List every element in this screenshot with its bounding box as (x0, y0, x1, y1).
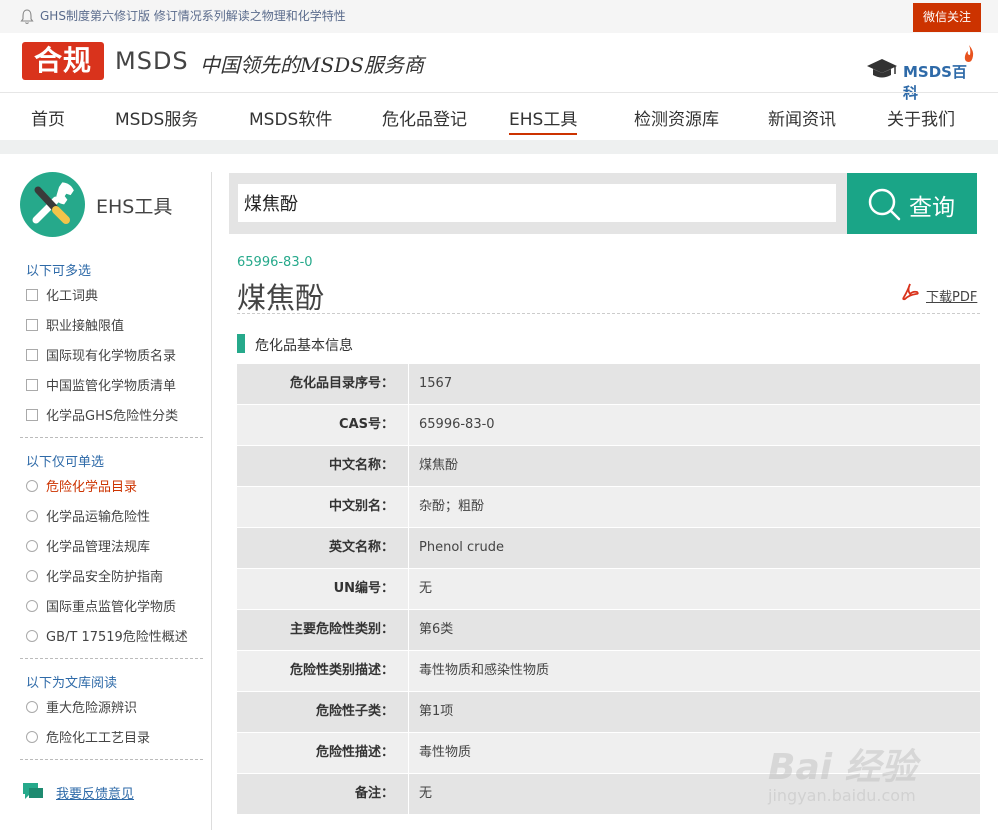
tools-icon (20, 172, 85, 237)
checkbox[interactable] (26, 289, 38, 301)
row-key: 主要危险性类别： (289, 622, 394, 637)
row-key: 备注： (354, 786, 394, 801)
checkbox-exposure-limits[interactable]: 职业接触限值 (26, 315, 124, 334)
row-value: 1567 (419, 376, 453, 391)
nav-news[interactable]: 新闻资讯 (768, 105, 836, 130)
section-marker (237, 334, 245, 353)
search-button[interactable]: 查询 (847, 173, 977, 234)
radio-major-hazard-source[interactable]: 重大危险源辨识 (26, 697, 137, 716)
row-key: 危化品目录序号： (289, 376, 394, 391)
notice-link[interactable]: GHS制度第六修订版 修订情况系列解读之物理和化学特性 (40, 7, 346, 24)
nav-testing-resources[interactable]: 检测资源库 (634, 105, 719, 130)
row-key: CAS号： (339, 417, 394, 432)
pdf-icon (902, 283, 919, 301)
row-key: 中文别名： (328, 499, 394, 514)
slogan: 中国领先的MSDS服务商 (200, 53, 424, 77)
radio[interactable] (26, 600, 38, 612)
library-heading: 以下为文库阅读 (26, 676, 118, 691)
row-value: 杂酚；粗酚 (419, 499, 485, 514)
radio[interactable] (26, 480, 38, 492)
row-key: 危险性描述： (315, 745, 394, 760)
radio[interactable] (26, 510, 38, 522)
divider (20, 437, 203, 438)
radio[interactable] (26, 540, 38, 552)
search-box (229, 173, 848, 234)
checkbox[interactable] (26, 379, 38, 391)
nav-shadow (0, 140, 998, 154)
radio-hazchem-catalog[interactable]: 危险化学品目录 (26, 476, 137, 495)
radio-regulations[interactable]: 化学品管理法规库 (26, 536, 150, 555)
main-nav: 首页 MSDS服务 MSDS软件 危化品登记 EHS工具 检测资源库 新闻资讯 … (0, 92, 998, 140)
bell-icon (20, 9, 34, 25)
table-row: 主要危险性类别： 第6类 (237, 610, 980, 651)
table-row: 危化品目录序号： 1567 (237, 364, 980, 405)
radio-intl-key-substances[interactable]: 国际重点监管化学物质 (26, 596, 176, 615)
title-divider (237, 313, 980, 314)
checkbox-intl-inventory[interactable]: 国际现有化学物质名录 (26, 345, 176, 364)
multi-select-heading: 以下可多选 (26, 264, 92, 279)
radio[interactable] (26, 570, 38, 582)
radio[interactable] (26, 731, 38, 743)
section-title: 危化品基本信息 (255, 338, 353, 354)
row-value: 第6类 (419, 622, 454, 637)
row-key: 英文名称： (328, 540, 394, 555)
single-select-heading: 以下仅可单选 (26, 455, 105, 470)
nav-hazchem-registration[interactable]: 危化品登记 (382, 105, 467, 130)
row-value: 无 (419, 786, 433, 801)
watermark-logo-text: Bai 经验 (768, 747, 917, 788)
row-value: Phenol crude (419, 540, 504, 555)
table-row: 中文名称： 煤焦酚 (237, 446, 980, 487)
msds-baike-link[interactable]: MSDS百科 (866, 45, 981, 102)
table-row: CAS号： 65996-83-0 (237, 405, 980, 446)
watermark-url: jingyan.baidu.com (768, 786, 916, 805)
logo-msds-text: MSDS (115, 47, 189, 75)
row-key: 危险性子类： (315, 704, 394, 719)
baidu-jingyan-watermark: Bai 经验 jingyan.baidu.com (768, 718, 968, 818)
table-row: UN编号： 无 (237, 569, 980, 610)
table-row: 危险性类别描述： 毒性物质和感染性物质 (237, 651, 980, 692)
radio-safety-guide[interactable]: 化学品安全防护指南 (26, 566, 163, 585)
divider (20, 759, 203, 760)
chemical-title: 煤焦酚 (237, 281, 325, 315)
row-key: 中文名称： (328, 458, 394, 473)
row-key: 危险性类别描述： (289, 663, 394, 678)
checkbox-ghs-classification[interactable]: 化学品GHS危险性分类 (26, 405, 178, 424)
radio[interactable] (26, 630, 38, 642)
checkbox-chemical-dictionary[interactable]: 化工词典 (26, 285, 98, 304)
table-row: 中文别名： 杂酚；粗酚 (237, 487, 980, 528)
checkbox[interactable] (26, 319, 38, 331)
sidebar-title: EHS工具 (96, 196, 173, 218)
row-value: 无 (419, 581, 433, 596)
chat-icon (23, 783, 43, 799)
site-logo[interactable]: 合规 (22, 42, 104, 80)
checkbox[interactable] (26, 349, 38, 361)
top-notice-bar: GHS制度第六修订版 修订情况系列解读之物理和化学特性 微信关注 (0, 0, 998, 33)
search-input[interactable] (238, 184, 836, 222)
sidebar-divider (211, 172, 212, 830)
nav-home[interactable]: 首页 (31, 105, 65, 130)
row-value: 毒性物质和感染性物质 (419, 663, 550, 678)
divider (20, 658, 203, 659)
radio-gb-17519[interactable]: GB/T 17519危险性概述 (26, 626, 188, 645)
graduation-cap-icon (867, 59, 897, 78)
checkbox[interactable] (26, 409, 38, 421)
row-key: UN编号： (333, 581, 394, 596)
row-value: 毒性物质 (419, 745, 472, 760)
row-value: 65996-83-0 (419, 417, 495, 432)
nav-ehs-tools[interactable]: EHS工具 (509, 105, 578, 135)
search-icon (868, 188, 901, 221)
row-value: 煤焦酚 (419, 458, 459, 473)
search-button-label: 查询 (909, 195, 955, 221)
nav-msds-service[interactable]: MSDS服务 (115, 105, 198, 130)
table-row: 英文名称： Phenol crude (237, 528, 980, 569)
wechat-follow-button[interactable]: 微信关注 (913, 3, 981, 32)
nav-msds-software[interactable]: MSDS软件 (249, 105, 332, 130)
radio-hazardous-process[interactable]: 危险化工工艺目录 (26, 727, 150, 746)
nav-about[interactable]: 关于我们 (887, 105, 955, 130)
row-value: 第1项 (419, 704, 454, 719)
checkbox-china-list[interactable]: 中国监管化学物质清单 (26, 375, 176, 394)
radio[interactable] (26, 701, 38, 713)
cas-number: 65996-83-0 (237, 255, 313, 270)
radio-transport-hazard[interactable]: 化学品运输危险性 (26, 506, 150, 525)
